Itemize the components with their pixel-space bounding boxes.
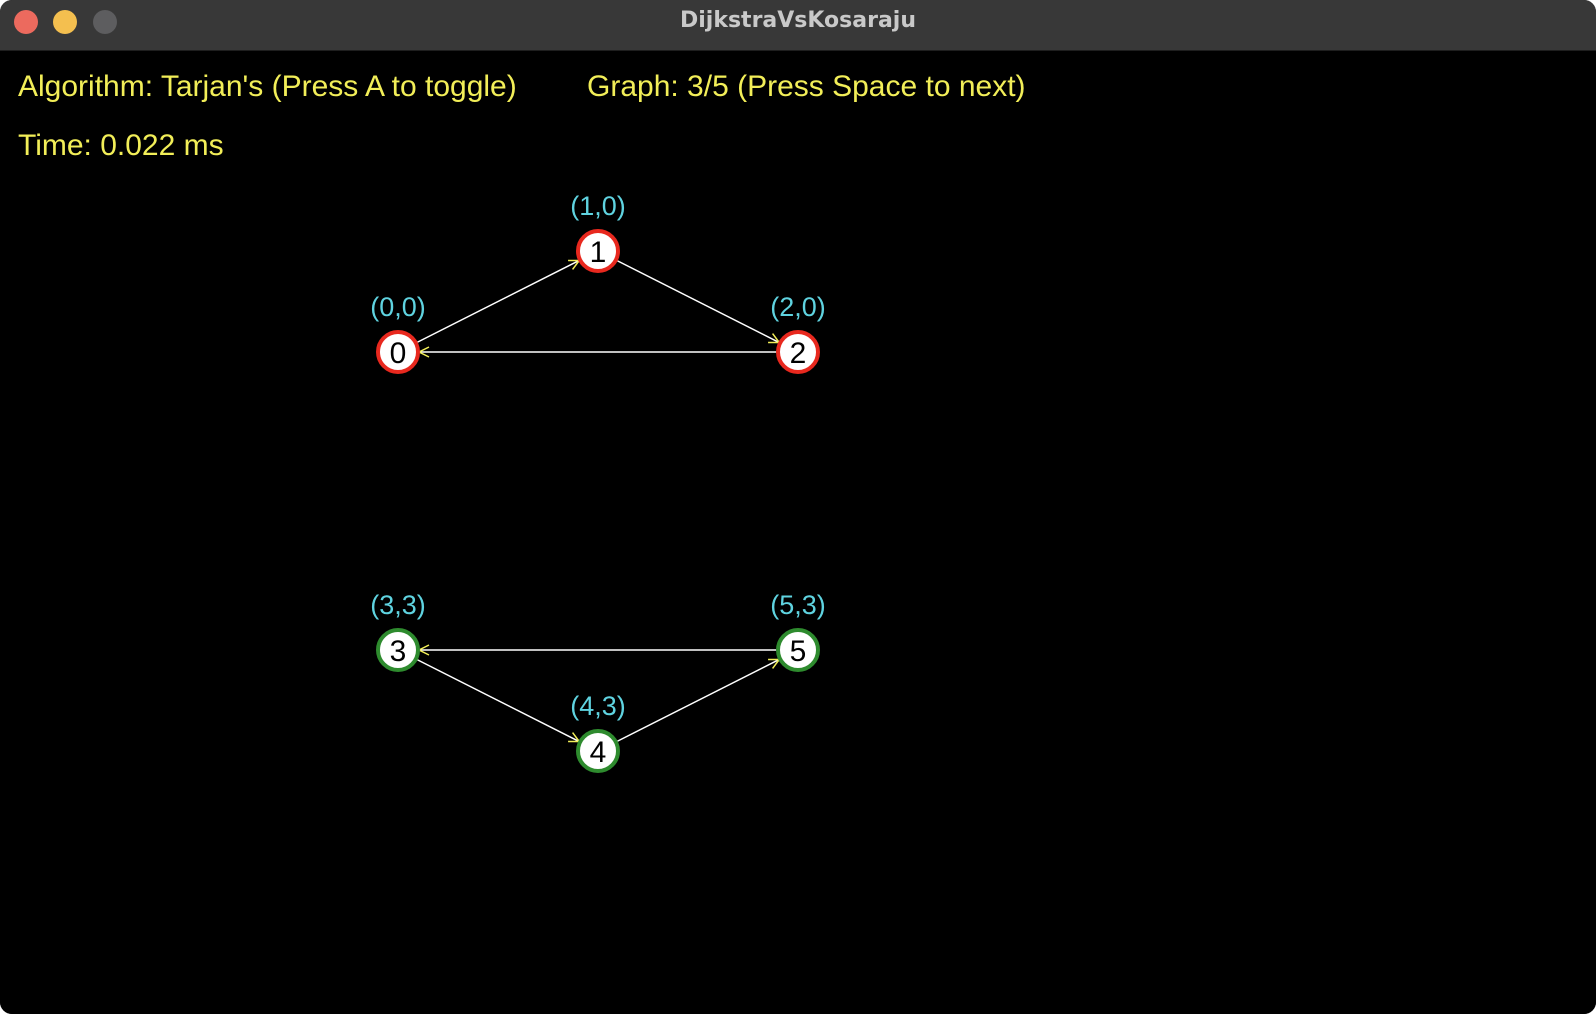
- node-label-5: 5: [790, 635, 807, 668]
- node-coord-label-0: (0,0): [370, 292, 426, 322]
- graph-node-3: 3 (3,3): [370, 590, 426, 672]
- node-coord-label-5: (5,3): [770, 590, 826, 620]
- graph-canvas[interactable]: Algorithm: Tarjan's (Press A to toggle) …: [0, 51, 1596, 1014]
- edge-1-2: [615, 259, 780, 344]
- graph-node-1: 1 (1,0): [570, 191, 626, 273]
- graph-drawing: 0 (0,0) 1 (1,0) 2 (2,0) 3 (3,3) 4 (4,3) 5 (5,3): [370, 191, 826, 773]
- edge-4-5: [615, 658, 780, 743]
- app-window: DijkstraVsKosaraju Algorithm: Tarjan's (…: [0, 0, 1596, 1014]
- node-coord-label-1: (1,0): [570, 191, 626, 221]
- node-label-3: 3: [390, 635, 407, 668]
- node-coord-label-4: (4,3): [570, 691, 626, 721]
- title-bar: DijkstraVsKosaraju: [0, 0, 1596, 51]
- edges-layer: [415, 259, 781, 743]
- graph-node-2: 2 (2,0): [770, 292, 826, 374]
- node-coord-label-2: (2,0): [770, 292, 826, 322]
- window-title: DijkstraVsKosaraju: [679, 8, 917, 33]
- edge-3-4: [415, 658, 580, 743]
- node-label-0: 0: [390, 337, 407, 370]
- graph-node-4: 4 (4,3): [570, 691, 626, 773]
- nodes-layer: 0 (0,0) 1 (1,0) 2 (2,0) 3 (3,3) 4 (4,3) 5 (5,3): [370, 191, 826, 773]
- node-coord-label-3: (3,3): [370, 590, 426, 620]
- node-label-2: 2: [790, 337, 807, 370]
- graph-node-5: 5 (5,3): [770, 590, 826, 672]
- node-label-1: 1: [590, 236, 607, 269]
- graph-node-0: 0 (0,0): [370, 292, 426, 374]
- node-label-4: 4: [590, 736, 607, 769]
- edge-0-1: [415, 259, 580, 344]
